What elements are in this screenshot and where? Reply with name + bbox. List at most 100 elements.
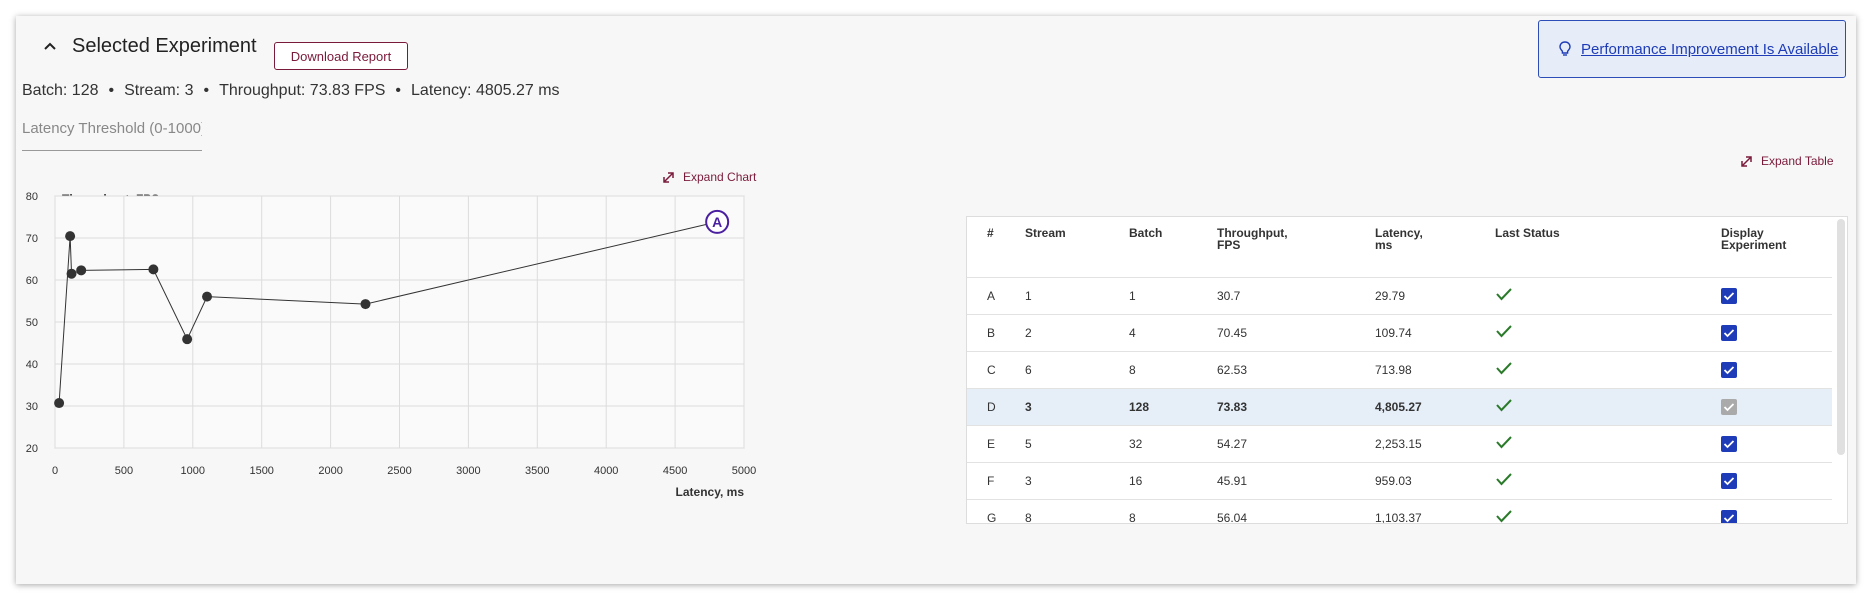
column-header[interactable]: Batch xyxy=(1129,217,1217,277)
display-experiment-checkbox[interactable] xyxy=(1721,398,1737,415)
cell-display xyxy=(1721,461,1832,499)
display-experiment-checkbox[interactable] xyxy=(1721,287,1737,304)
display-experiment-checkbox[interactable] xyxy=(1721,324,1737,341)
cell-throughput: 73.83 xyxy=(1217,387,1375,425)
y-tick-label: 20 xyxy=(26,443,38,455)
cell-display xyxy=(1721,387,1832,425)
display-experiment-checkbox[interactable] xyxy=(1721,435,1737,452)
selected-experiment-panel: Selected Experiment Download Report Perf… xyxy=(16,16,1856,584)
check-icon xyxy=(1496,436,1512,449)
x-tick-label: 4000 xyxy=(594,465,618,477)
table-row[interactable]: F 3 16 45.91 959.03 xyxy=(967,461,1832,499)
table-row[interactable]: B 2 4 70.45 109.74 xyxy=(967,313,1832,351)
cell-stream: 6 xyxy=(1025,350,1129,388)
column-header[interactable]: Latency, ms xyxy=(1375,217,1495,277)
table-row[interactable]: G 8 8 56.04 1,103.37 xyxy=(967,498,1832,523)
cell-latency: 1,103.37 xyxy=(1375,498,1495,523)
table-row[interactable]: E 5 32 54.27 2,253.15 xyxy=(967,424,1832,462)
expand-icon xyxy=(1741,155,1752,167)
lightbulb-icon xyxy=(1559,41,1571,56)
cell-display xyxy=(1721,313,1832,351)
x-tick-label: 5000 xyxy=(732,465,756,477)
column-header[interactable]: Display Experiment xyxy=(1721,217,1832,277)
cell-id: A xyxy=(967,276,1025,314)
column-header-text: Batch xyxy=(1129,226,1163,240)
cell-throughput: 54.27 xyxy=(1217,424,1375,462)
data-point[interactable] xyxy=(202,291,213,302)
table-scrollbar[interactable] xyxy=(1837,219,1845,455)
y-tick-label: 50 xyxy=(26,317,38,329)
cell-id: F xyxy=(967,461,1025,499)
x-tick-label: 2000 xyxy=(318,465,342,477)
expand-table-button[interactable]: Expand Table xyxy=(1740,154,1834,168)
cell-throughput: 56.04 xyxy=(1217,498,1375,523)
display-experiment-checkbox[interactable] xyxy=(1721,509,1737,523)
cell-batch: 32 xyxy=(1129,424,1217,462)
cell-status xyxy=(1495,387,1721,425)
panel-title: Selected Experiment xyxy=(72,34,257,57)
x-tick-label: 3500 xyxy=(525,465,549,477)
data-point[interactable] xyxy=(54,398,65,409)
table-header-row: # Stream Batch Throughput, FPS Latency, ms Last… xyxy=(967,217,1832,277)
x-tick-label: 2500 xyxy=(387,465,411,477)
column-header[interactable]: # xyxy=(967,217,1025,277)
cell-batch: 16 xyxy=(1129,461,1217,499)
cell-status xyxy=(1495,424,1721,462)
data-point[interactable] xyxy=(76,265,87,276)
data-point[interactable] xyxy=(148,264,159,275)
collapse-button[interactable] xyxy=(38,34,62,58)
summary-separator: • xyxy=(108,82,115,99)
data-point[interactable] xyxy=(66,268,77,279)
cell-stream: 3 xyxy=(1025,461,1129,499)
table-row[interactable]: D 3 128 73.83 4,805.27 xyxy=(967,387,1832,425)
cell-batch: 8 xyxy=(1129,498,1217,523)
column-header[interactable]: Last Status xyxy=(1495,217,1721,277)
x-tick-label: 1000 xyxy=(181,465,205,477)
x-tick-label: 0 xyxy=(52,465,58,477)
display-experiment-checkbox[interactable] xyxy=(1721,361,1737,378)
column-header[interactable]: Stream xyxy=(1025,217,1129,277)
column-header[interactable]: Throughput, FPS xyxy=(1217,217,1375,277)
checkbox-tick-icon xyxy=(1723,328,1735,337)
check-icon xyxy=(1496,510,1512,523)
cell-id: B xyxy=(967,313,1025,351)
cell-id: D xyxy=(967,387,1025,425)
y-tick-label: 60 xyxy=(26,275,38,287)
cell-display xyxy=(1721,424,1832,462)
check-icon xyxy=(1496,473,1512,486)
chart-x-axis-label: Latency, ms xyxy=(676,485,745,499)
data-point[interactable] xyxy=(360,299,371,310)
data-point[interactable] xyxy=(182,334,193,345)
column-header-text: Last Status xyxy=(1495,226,1560,240)
x-tick-label: 500 xyxy=(115,465,133,477)
summary-latency: Latency: 4805.27 ms xyxy=(411,82,560,99)
download-report-button[interactable]: Download Report xyxy=(274,42,408,70)
experiment-summary: Batch: 128 • Stream: 3 • Throughput: 73.83 F… xyxy=(22,82,560,100)
cell-stream: 1 xyxy=(1025,276,1129,314)
column-header-text: ms xyxy=(1375,238,1393,252)
panel-header: Selected Experiment Download Report xyxy=(38,34,408,70)
data-point[interactable] xyxy=(65,231,76,242)
cell-display xyxy=(1721,276,1832,314)
display-experiment-checkbox[interactable] xyxy=(1721,472,1737,489)
performance-improvement-link[interactable]: Performance Improvement Is Available xyxy=(1581,41,1838,58)
table-row[interactable]: C 6 8 62.53 713.98 xyxy=(967,350,1832,388)
latency-threshold-input[interactable] xyxy=(22,120,202,137)
checkbox-tick-icon xyxy=(1723,513,1735,522)
cell-batch: 128 xyxy=(1129,387,1217,425)
cell-display xyxy=(1721,498,1832,523)
summary-separator: • xyxy=(203,82,210,99)
y-tick-label: 70 xyxy=(26,233,38,245)
cell-stream: 3 xyxy=(1025,387,1129,425)
cell-id: C xyxy=(967,350,1025,388)
y-tick-label: 30 xyxy=(26,401,38,413)
column-header-text: # xyxy=(987,226,994,240)
column-header-text: FPS xyxy=(1217,238,1241,252)
cell-latency: 29.79 xyxy=(1375,276,1495,314)
check-icon xyxy=(1496,399,1512,412)
table-row[interactable]: A 1 1 30.7 29.79 xyxy=(967,276,1832,314)
experiments-table: # Stream Batch Throughput, FPS Latency, ms Last… xyxy=(967,217,1832,523)
check-icon xyxy=(1496,362,1512,375)
cell-latency: 2,253.15 xyxy=(1375,424,1495,462)
chevron-up-icon xyxy=(44,42,56,50)
